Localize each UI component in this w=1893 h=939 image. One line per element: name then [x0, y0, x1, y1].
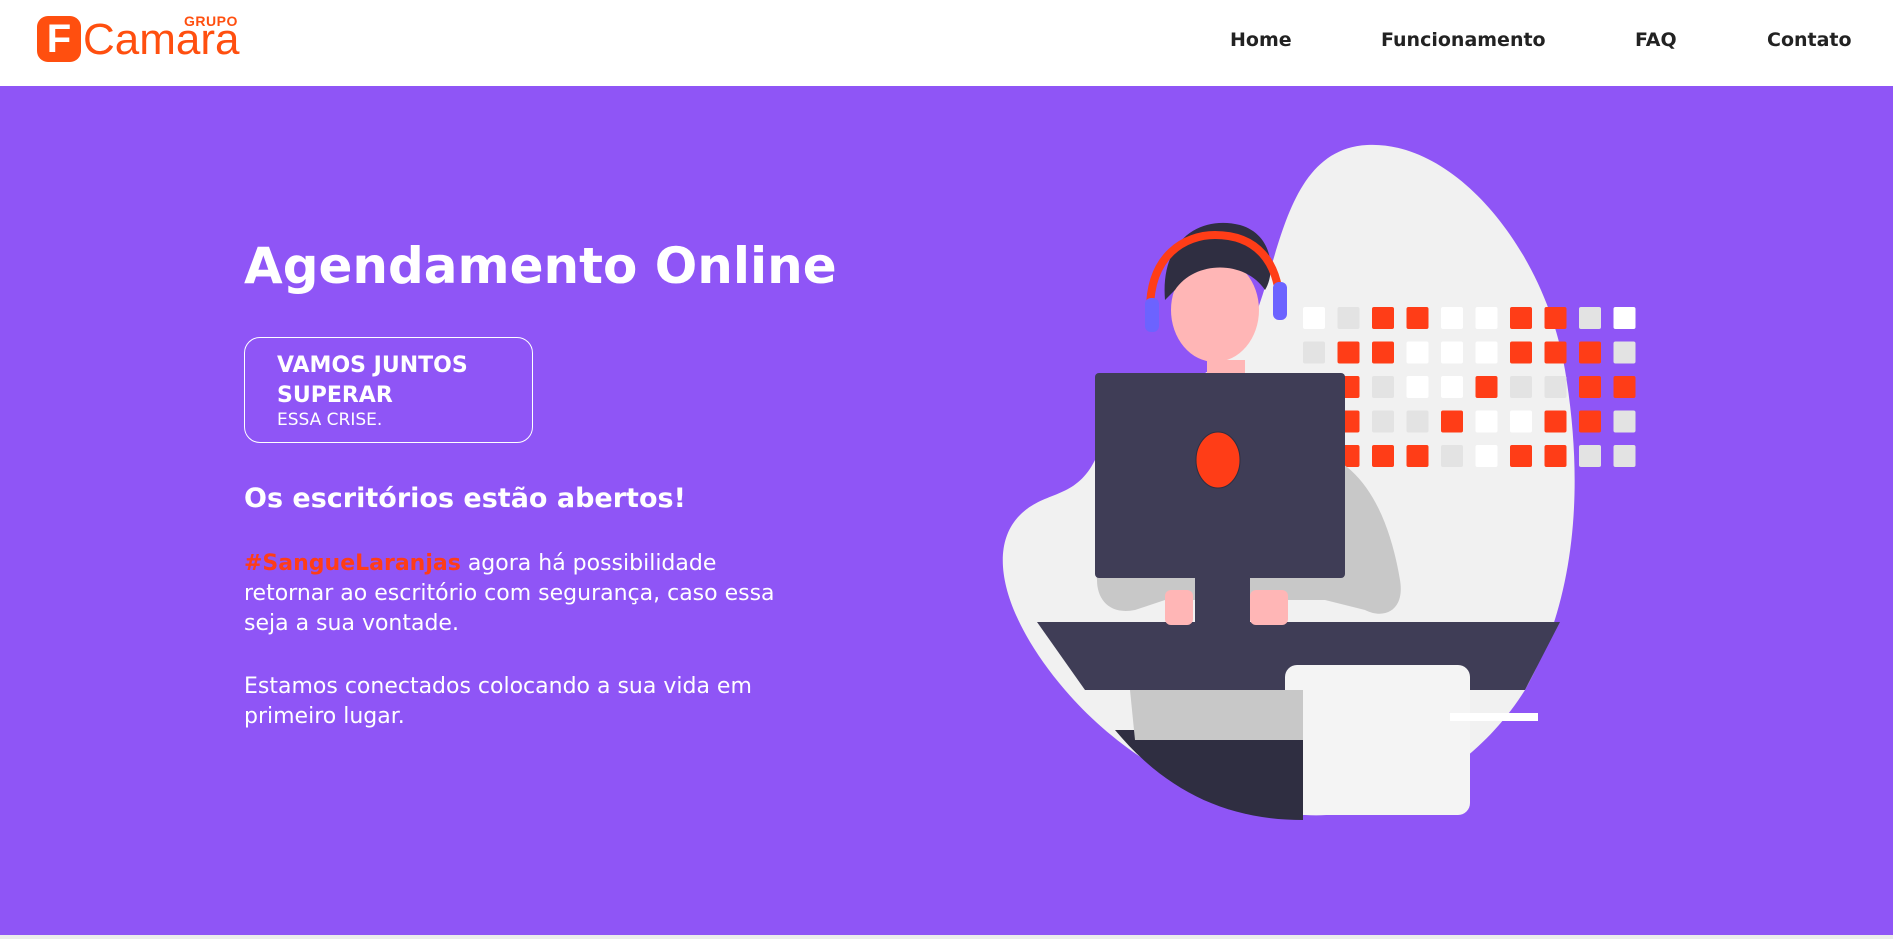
decor-square: [1303, 341, 1325, 364]
decor-square: [1613, 410, 1636, 433]
page-title: Agendamento Online: [244, 237, 837, 295]
decor-square: [1510, 410, 1532, 433]
site-header: F Camara GRUPO Home Funcionamento FAQ Co…: [0, 0, 1893, 86]
decor-square: [1510, 341, 1532, 364]
logo-f-mark: F: [37, 16, 81, 62]
decor-square: [1579, 410, 1601, 433]
logo-group-label: GRUPO: [184, 13, 238, 29]
decor-square: [1303, 307, 1325, 329]
decor-square: [1544, 410, 1567, 433]
decor-square: [1406, 445, 1429, 467]
decor-square: [1406, 307, 1429, 329]
decor-square: [1475, 376, 1498, 398]
decor-square: [1613, 445, 1636, 467]
decor-square: [1475, 410, 1498, 433]
connected-paragraph: Estamos conectados colocando a sua vida …: [244, 674, 752, 729]
decor-square: [1510, 376, 1532, 398]
decor-square: [1613, 341, 1636, 364]
decor-square: [1406, 341, 1429, 364]
hero-bottom-border: [0, 935, 1893, 939]
decor-square: [1579, 376, 1601, 398]
decor-square: [1441, 410, 1463, 433]
decor-square: [1441, 341, 1463, 364]
offices-open-heading: Os escritórios estão abertos!: [244, 483, 686, 514]
decor-square: [1544, 307, 1567, 329]
decor-square: [1441, 445, 1463, 467]
nav-funcionamento[interactable]: Funcionamento: [1381, 29, 1546, 53]
badge-headline: VAMOS JUNTOS SUPERAR: [277, 353, 468, 408]
decor-square: [1475, 341, 1498, 364]
decor-square: [1544, 341, 1567, 364]
decor-square: [1372, 410, 1394, 433]
nav-faq[interactable]: FAQ: [1635, 29, 1677, 53]
decor-square: [1406, 410, 1429, 433]
decor-square: [1337, 341, 1360, 364]
decor-square: [1372, 445, 1394, 467]
hashtag-link[interactable]: #SangueLaranjas: [244, 551, 461, 576]
badge-subline: ESSA CRISE.: [277, 410, 383, 430]
decor-square: [1510, 445, 1532, 467]
decor-square: [1544, 376, 1567, 398]
decor-square: [1475, 445, 1498, 467]
nav-contato[interactable]: Contato: [1767, 29, 1852, 53]
decor-square: [1579, 445, 1601, 467]
decor-square: [1372, 376, 1394, 398]
nav-home[interactable]: Home: [1230, 29, 1292, 53]
decor-square: [1372, 341, 1394, 364]
return-info-paragraph: #SangueLaranjas agora há possibilidade r…: [244, 549, 804, 639]
decor-square: [1613, 307, 1636, 329]
decor-square: [1544, 445, 1567, 467]
decor-square: [1372, 307, 1394, 329]
decor-square: [1441, 307, 1463, 329]
decor-square: [1337, 307, 1360, 329]
decor-square: [1579, 341, 1601, 364]
decor-square: [1579, 307, 1601, 329]
decor-square: [1510, 307, 1532, 329]
crisis-badge: VAMOS JUNTOS SUPERAR ESSA CRISE.: [244, 337, 533, 443]
decor-square: [1406, 376, 1429, 398]
decor-square: [1441, 376, 1463, 398]
person-computer-illustration: [1002, 144, 1636, 820]
decor-square: [1475, 307, 1498, 329]
decor-square: [1613, 376, 1636, 398]
grupo-camara-logo[interactable]: F Camara GRUPO: [37, 12, 243, 64]
